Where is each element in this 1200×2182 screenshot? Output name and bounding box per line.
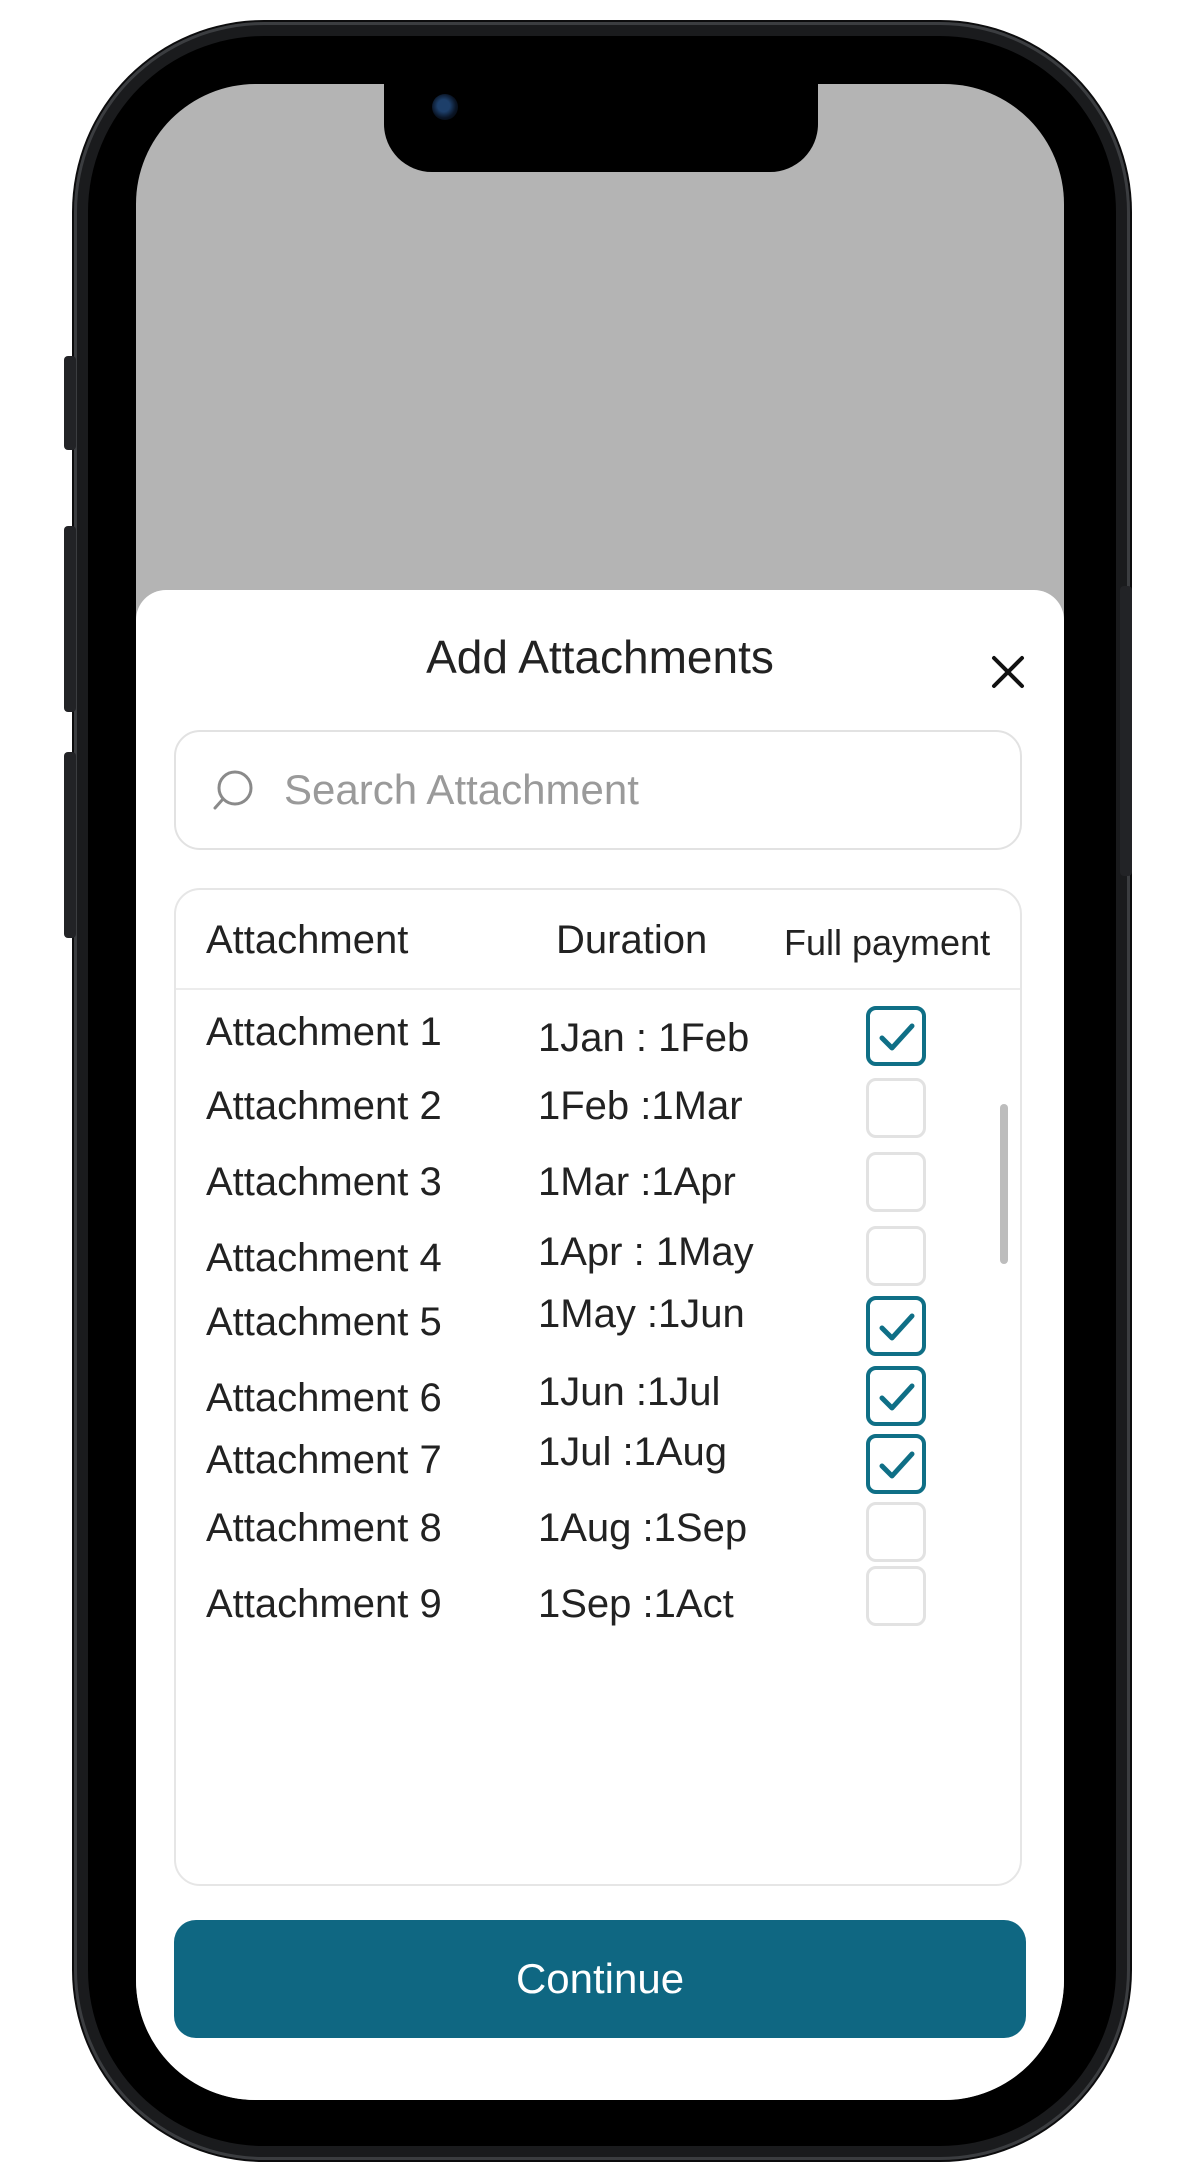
close-icon xyxy=(992,656,1024,688)
full-payment-checkbox[interactable] xyxy=(866,1152,926,1212)
attachment-duration: 1Jul :1Aug xyxy=(538,1430,728,1474)
attachment-duration: 1May :1Jun xyxy=(538,1292,745,1336)
full-payment-checkbox[interactable] xyxy=(866,1434,926,1494)
attachment-duration: 1Jun :1Jul xyxy=(538,1370,721,1414)
attachment-name: Attachment 4 xyxy=(206,1236,442,1280)
table-body[interactable]: Attachment 1 1Jan : 1Feb Attachment 2 1Feb … xyxy=(176,994,1020,1884)
attachment-duration: 1Mar :1Apr xyxy=(538,1160,736,1204)
attachment-name: Attachment 9 xyxy=(206,1582,442,1626)
attachments-table: Attachment Duration Full payment Attachm… xyxy=(174,888,1022,1886)
full-payment-checkbox[interactable] xyxy=(866,1226,926,1286)
side-button-mute xyxy=(64,356,76,450)
attachment-name: Attachment 8 xyxy=(206,1506,442,1550)
attachment-name: Attachment 2 xyxy=(206,1084,442,1128)
full-payment-checkbox[interactable] xyxy=(866,1078,926,1138)
attachment-name: Attachment 3 xyxy=(206,1160,442,1204)
attachment-name: Attachment 1 xyxy=(206,1010,442,1054)
add-attachments-sheet: Add Attachments Attachment Duration Full… xyxy=(136,590,1064,2100)
header-attachment: Attachment xyxy=(206,918,409,962)
full-payment-checkbox[interactable] xyxy=(866,1296,926,1356)
front-camera-icon xyxy=(432,94,458,120)
attachment-name: Attachment 5 xyxy=(206,1300,442,1344)
full-payment-checkbox[interactable] xyxy=(866,1366,926,1426)
attachment-name: Attachment 7 xyxy=(206,1438,442,1482)
side-button-volume-down xyxy=(64,752,76,938)
search-input[interactable] xyxy=(282,765,1002,815)
attachment-duration: 1Apr : 1May xyxy=(538,1230,754,1274)
continue-button[interactable]: Continue xyxy=(174,1920,1026,2038)
search-box[interactable] xyxy=(174,730,1022,850)
full-payment-checkbox[interactable] xyxy=(866,1566,926,1626)
attachment-duration: 1Aug :1Sep xyxy=(538,1506,748,1550)
attachment-duration: 1Feb :1Mar xyxy=(538,1084,743,1128)
header-duration: Duration xyxy=(556,918,708,962)
close-button[interactable] xyxy=(976,640,1040,704)
full-payment-checkbox[interactable] xyxy=(866,1502,926,1562)
checkmark-icon xyxy=(879,1383,915,1411)
attachment-name: Attachment 6 xyxy=(206,1376,442,1420)
search-icon xyxy=(213,770,253,810)
side-button-power xyxy=(1120,586,1132,876)
checkmark-icon xyxy=(879,1023,915,1051)
table-row: Attachment 9 1Sep :1Act xyxy=(176,1564,1020,1664)
checkmark-icon xyxy=(879,1313,915,1341)
header-full-payment: Full payment xyxy=(784,922,991,963)
attachment-duration: 1Sep :1Act xyxy=(538,1582,734,1626)
full-payment-checkbox[interactable] xyxy=(866,1006,926,1066)
attachment-duration: 1Jan : 1Feb xyxy=(538,1016,750,1060)
table-header: Attachment Duration Full payment xyxy=(176,890,1020,990)
checkmark-icon xyxy=(879,1451,915,1479)
side-button-volume-up xyxy=(64,526,76,712)
sheet-title: Add Attachments xyxy=(426,631,774,683)
